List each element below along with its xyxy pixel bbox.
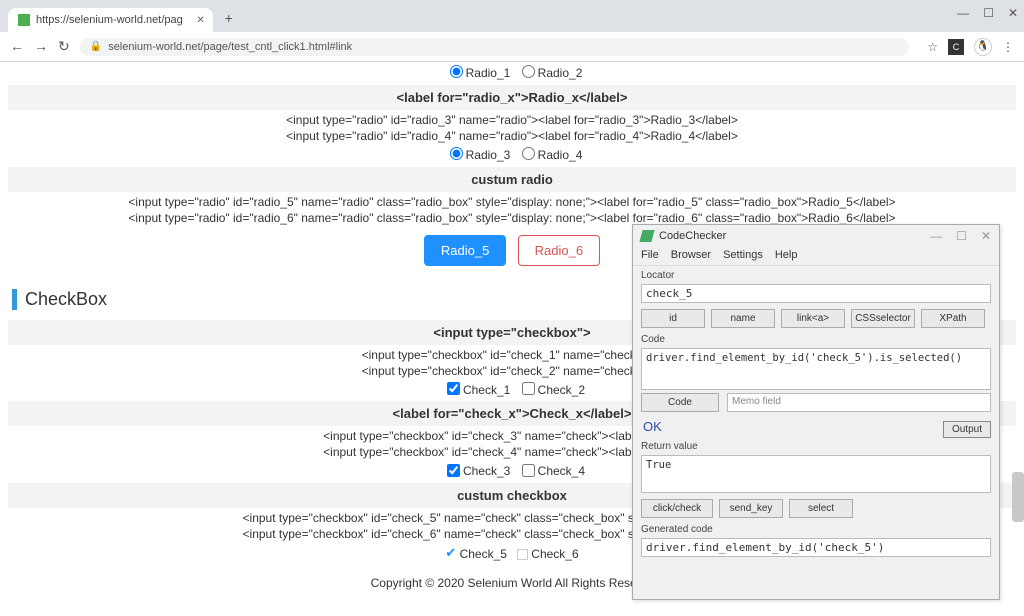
check-6-label[interactable]: Check_6 — [531, 547, 578, 561]
menu-browser[interactable]: Browser — [671, 249, 711, 261]
radio-2[interactable] — [522, 65, 535, 78]
radio-1[interactable] — [450, 65, 463, 78]
check-3[interactable] — [447, 464, 460, 477]
code-line: <input type="radio" id="radio_3" name="r… — [8, 112, 1016, 128]
check-4-label[interactable]: Check_4 — [538, 464, 585, 478]
cc-title-text: CodeChecker — [659, 230, 726, 242]
radio-4[interactable] — [522, 147, 535, 160]
btn-click-check[interactable]: click/check — [641, 499, 713, 518]
star-icon[interactable]: ☆ — [927, 40, 938, 54]
new-tab-button[interactable]: + — [219, 10, 239, 26]
btn-link[interactable]: link<a> — [781, 309, 845, 328]
section-label-radio: <label for="radio_x">Radio_x</label> — [8, 85, 1016, 110]
codechecker-window: CodeChecker — ☐ ✕ File Browser Settings … — [632, 224, 1000, 600]
close-icon[interactable]: ✕ — [196, 15, 204, 26]
radio-3[interactable] — [450, 147, 463, 160]
radio-5-button[interactable]: Radio_5 — [424, 235, 506, 266]
reload-icon[interactable]: ↻ — [58, 38, 70, 55]
window-controls: — ☐ ✕ — [957, 6, 1018, 20]
btn-code[interactable]: Code — [641, 393, 719, 412]
check-1-label[interactable]: Check_1 — [463, 382, 510, 396]
forward-icon[interactable]: → — [34, 38, 48, 55]
btn-send-key[interactable]: send_key — [719, 499, 783, 518]
scrollbar-thumb[interactable] — [1012, 472, 1024, 522]
menu-icon[interactable]: ⋮ — [1002, 40, 1014, 54]
tab-favicon — [18, 14, 30, 26]
generated-label: Generated code — [641, 524, 991, 535]
btn-output[interactable]: Output — [943, 421, 991, 438]
cc-maximize-icon[interactable]: ☐ — [956, 229, 967, 243]
cc-menu: File Browser Settings Help — [633, 247, 999, 266]
code-line: <input type="radio" id="radio_5" name="r… — [8, 194, 1016, 210]
feather-icon — [639, 230, 654, 242]
return-value[interactable]: True — [641, 455, 991, 493]
locator-label: Locator — [641, 270, 991, 281]
menu-file[interactable]: File — [641, 249, 659, 261]
code-line: <input type="radio" id="radio_4" name="r… — [8, 128, 1016, 144]
url-field[interactable]: 🔒 selenium-world.net/page/test_cntl_clic… — [80, 38, 910, 56]
radio-3-label[interactable]: Radio_3 — [466, 148, 511, 162]
btn-css[interactable]: CSSselector — [851, 309, 915, 328]
menu-settings[interactable]: Settings — [723, 249, 763, 261]
cc-minimize-icon[interactable]: — — [930, 229, 942, 243]
back-icon[interactable]: ← — [10, 38, 24, 55]
close-window-icon[interactable]: ✕ — [1008, 6, 1018, 20]
tab-title: https://selenium-world.net/pag — [36, 14, 183, 26]
menu-help[interactable]: Help — [775, 249, 798, 261]
check-2[interactable] — [522, 382, 535, 395]
btn-select[interactable]: select — [789, 499, 853, 518]
profile-icon[interactable]: 🐧 — [974, 38, 992, 56]
check-5-label[interactable]: Check_5 — [460, 547, 507, 561]
radio-4-label[interactable]: Radio_4 — [538, 148, 583, 162]
cc-titlebar[interactable]: CodeChecker — ☐ ✕ — [633, 225, 999, 247]
check-3-label[interactable]: Check_3 — [463, 464, 510, 478]
radio-2-label[interactable]: Radio_2 — [538, 66, 583, 80]
section-custom-radio: custum radio — [8, 167, 1016, 192]
address-bar: ← → ↻ 🔒 selenium-world.net/page/test_cnt… — [0, 32, 1024, 62]
memo-field[interactable]: Memo field — [727, 393, 991, 412]
btn-id[interactable]: id — [641, 309, 705, 328]
check-1[interactable] — [447, 382, 460, 395]
url-text: selenium-world.net/page/test_cntl_click1… — [108, 41, 352, 53]
generated-code[interactable]: driver.find_element_by_id('check_5') — [641, 538, 991, 557]
maximize-icon[interactable]: ☐ — [983, 6, 994, 20]
browser-tab[interactable]: https://selenium-world.net/pag ✕ — [8, 8, 213, 32]
lock-icon: 🔒 — [90, 41, 102, 52]
code-label: Code — [641, 334, 991, 345]
cc-close-icon[interactable]: ✕ — [981, 229, 991, 243]
minimize-icon[interactable]: — — [957, 6, 969, 20]
browser-titlebar: https://selenium-world.net/pag ✕ + — ☐ ✕ — [0, 0, 1024, 32]
radio-1-label[interactable]: Radio_1 — [466, 66, 511, 80]
return-label: Return value — [641, 441, 991, 452]
radio-6-button[interactable]: Radio_6 — [518, 235, 600, 266]
code-input[interactable]: driver.find_element_by_id('check_5').is_… — [641, 348, 991, 390]
btn-name[interactable]: name — [711, 309, 775, 328]
check-6-icon[interactable] — [517, 549, 528, 560]
btn-xpath[interactable]: XPath — [921, 309, 985, 328]
locator-input[interactable]: check_5 — [641, 284, 991, 303]
check-5-icon[interactable]: ✔ — [445, 545, 456, 560]
status-ok: OK — [641, 415, 664, 438]
check-2-label[interactable]: Check_2 — [538, 382, 585, 396]
check-4[interactable] — [522, 464, 535, 477]
extension-icon[interactable]: C — [948, 39, 964, 55]
